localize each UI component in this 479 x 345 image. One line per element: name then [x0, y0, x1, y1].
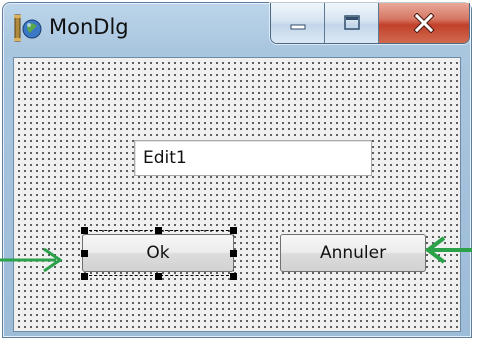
resize-handle-middle-right[interactable]	[230, 250, 237, 257]
minimize-icon	[290, 24, 305, 30]
cancel-button[interactable]: Annuler	[280, 234, 426, 272]
close-button[interactable]	[379, 3, 469, 43]
ok-button[interactable]: Ok	[82, 234, 234, 272]
resize-handle-bottom-right[interactable]	[230, 273, 237, 280]
dialog-client-area[interactable]: Edit1 Ok Annuler	[13, 57, 461, 332]
caption-buttons	[270, 3, 470, 44]
close-icon	[413, 13, 435, 33]
edit-field-value: Edit1	[143, 148, 187, 168]
maximize-button[interactable]	[325, 3, 379, 43]
window-title: MonDlg	[49, 15, 129, 39]
resize-handle-top-center[interactable]	[155, 227, 162, 234]
resize-handle-middle-left[interactable]	[81, 250, 88, 257]
title-bar[interactable]: MonDlg	[3, 3, 471, 57]
minimize-button[interactable]	[271, 3, 325, 43]
resize-handle-top-left[interactable]	[81, 227, 88, 234]
right-annotation-arrow-icon	[424, 236, 472, 264]
edit-field[interactable]: Edit1	[134, 140, 372, 176]
resize-handle-bottom-left[interactable]	[81, 273, 88, 280]
maximize-icon	[343, 15, 360, 30]
app-icon	[14, 14, 42, 42]
left-annotation-arrow-icon	[0, 247, 63, 273]
resize-handle-top-right[interactable]	[230, 227, 237, 234]
resize-handle-bottom-center[interactable]	[155, 273, 162, 280]
dialog-window: MonDlg Edit1 Ok Annuler	[2, 2, 472, 338]
